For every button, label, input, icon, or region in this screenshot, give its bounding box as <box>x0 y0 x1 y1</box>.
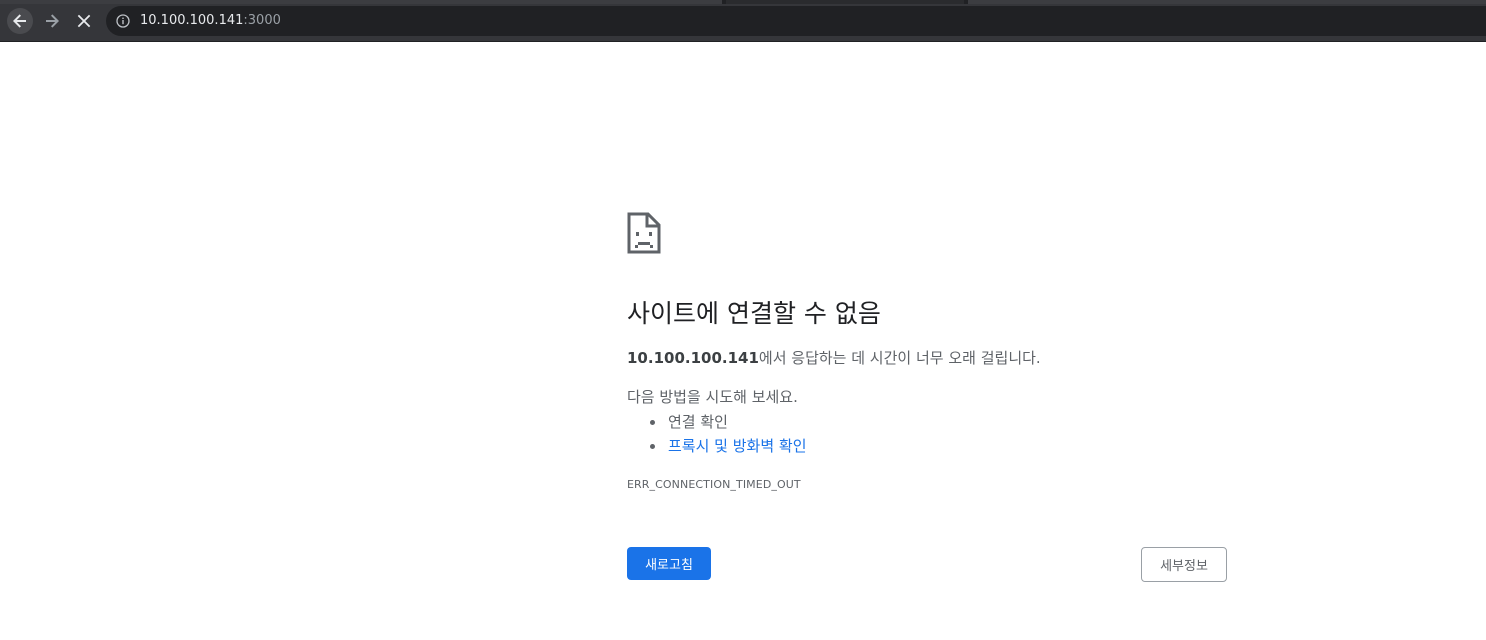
suggestions-list: 연결 확인 프록시 및 방화벽 확인 <box>627 410 807 458</box>
summary-host: 10.100.100.141 <box>627 349 759 367</box>
close-icon <box>77 14 91 28</box>
error-summary: 10.100.100.141에서 응답하는 데 시간이 너무 오래 걸립니다. <box>627 348 1041 368</box>
arrow-right-icon <box>46 14 59 28</box>
back-button[interactable] <box>7 8 33 34</box>
bullet-icon <box>650 444 655 449</box>
tab-strip <box>0 0 1486 4</box>
bullet-icon <box>650 420 655 425</box>
info-icon[interactable] <box>116 14 130 28</box>
url-text[interactable]: 10.100.100.141:3000 <box>140 12 281 30</box>
stop-button[interactable] <box>71 8 97 34</box>
tab-edge[interactable] <box>726 0 964 4</box>
browser-toolbar: 10.100.100.141:3000 <box>0 0 1486 41</box>
address-bar[interactable]: 10.100.100.141:3000 <box>106 6 1486 36</box>
forward-button[interactable] <box>39 8 65 34</box>
page-title: 사이트에 연결할 수 없음 <box>627 299 881 328</box>
tab-edge[interactable] <box>0 0 722 4</box>
suggestion-check-proxy-firewall-link[interactable]: 프록시 및 방화벽 확인 <box>668 437 807 455</box>
tab-edge[interactable] <box>968 0 1486 4</box>
details-button[interactable]: 세부정보 <box>1141 547 1227 582</box>
summary-text: 에서 응답하는 데 시간이 너무 오래 걸립니다. <box>758 349 1041 367</box>
toolbar-divider <box>0 41 1486 42</box>
list-item: 프록시 및 방화벽 확인 <box>627 434 807 458</box>
reload-button[interactable]: 새로고침 <box>627 547 711 580</box>
error-code: ERR_CONNECTION_TIMED_OUT <box>627 478 801 491</box>
url-host: 10.100.100.141 <box>140 13 244 28</box>
list-item: 연결 확인 <box>627 410 807 434</box>
arrow-left-icon <box>13 14 26 28</box>
sad-page-icon <box>627 212 661 254</box>
url-port: :3000 <box>243 13 281 28</box>
suggestion-check-connection: 연결 확인 <box>668 413 728 431</box>
suggestions-intro: 다음 방법을 시도해 보세요. <box>627 388 798 406</box>
